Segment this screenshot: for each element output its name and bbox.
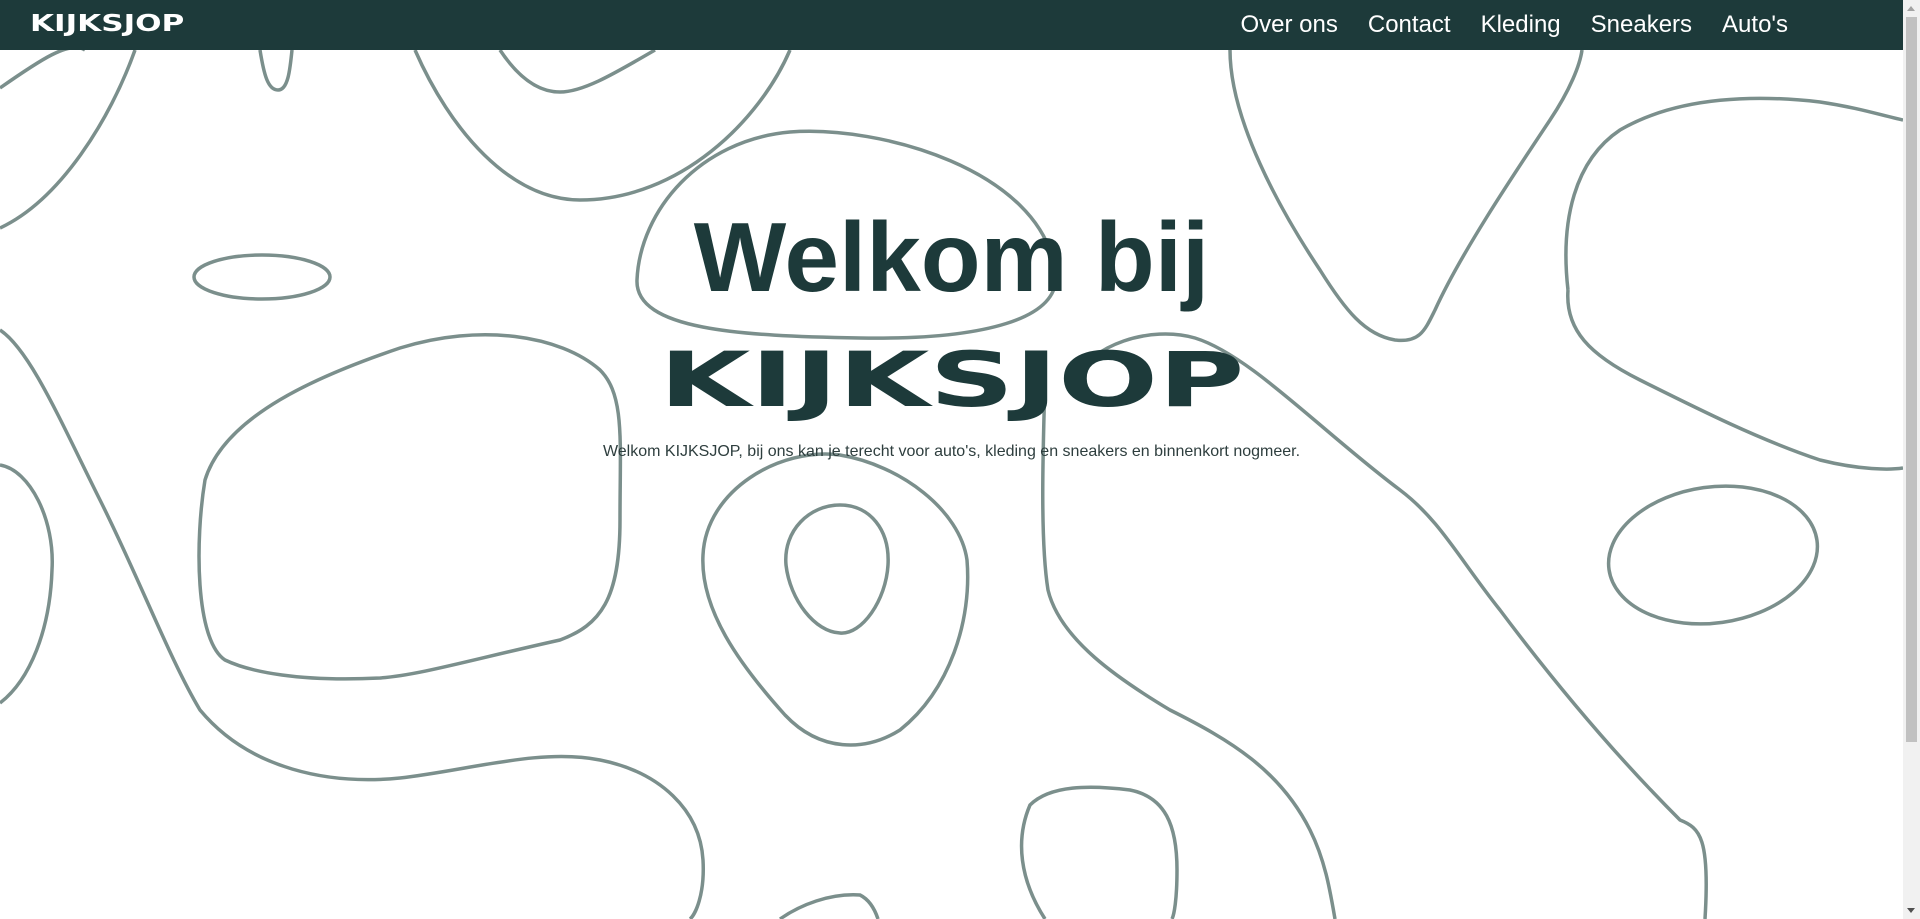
vertical-scrollbar[interactable]: [1903, 0, 1920, 919]
page: Welkom bij KIJKSJOP Welkom KIJKSJOP, bij…: [0, 0, 1920, 919]
hero-brand-title: KIJKSJOP: [0, 330, 1903, 430]
hero-title: Welkom bij: [693, 202, 1210, 312]
nav-link-sneakers[interactable]: Sneakers: [1591, 11, 1692, 39]
top-navigation-bar: KIJKSJOP Over ons Contact Kleding Sneake…: [0, 0, 1903, 50]
scroll-down-arrow-icon[interactable]: [1907, 908, 1915, 913]
scroll-up-arrow-icon[interactable]: [1907, 6, 1915, 11]
site-logo[interactable]: KIJKSJOP: [30, 11, 184, 37]
main-nav: Over ons Contact Kleding Sneakers Auto's: [1241, 0, 1789, 50]
hero-subtitle: Welkom KIJKSJOP, bij ons kan je terecht …: [602, 443, 1301, 460]
hero-section: Welkom bij KIJKSJOP Welkom KIJKSJOP, bij…: [0, 0, 1903, 919]
nav-link-contact[interactable]: Contact: [1368, 11, 1451, 39]
nav-link-autos[interactable]: Auto's: [1722, 11, 1788, 39]
hero-brand-text: KIJKSJOP: [658, 335, 1245, 424]
scrollbar-thumb[interactable]: [1906, 17, 1917, 742]
nav-link-kleding[interactable]: Kleding: [1481, 11, 1561, 39]
nav-link-over-ons[interactable]: Over ons: [1241, 11, 1338, 39]
